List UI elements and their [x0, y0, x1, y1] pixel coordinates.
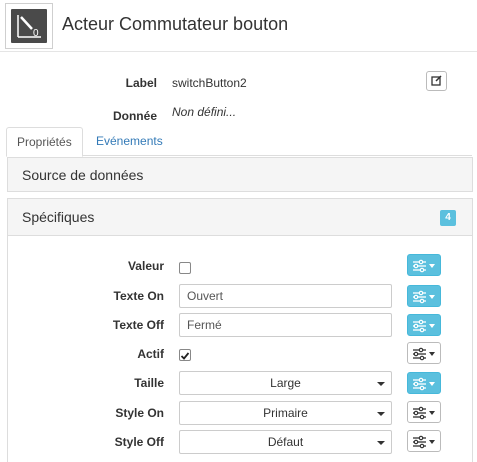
- style-off-label: Style Off: [114, 435, 164, 449]
- text-off-options-button[interactable]: [407, 314, 441, 336]
- text-on-label: Texte On: [113, 289, 164, 303]
- style-on-options-button[interactable]: [407, 401, 441, 423]
- text-off-label: Texte Off: [112, 318, 164, 332]
- style-off-options-button[interactable]: [407, 430, 441, 452]
- switch-logo-icon: 0: [5, 3, 53, 49]
- caret-down-icon: [377, 441, 385, 445]
- svg-text:0: 0: [33, 28, 39, 39]
- size-options-button[interactable]: [407, 372, 441, 394]
- tab-properties[interactable]: Propriétés: [6, 127, 83, 157]
- style-on-label: Style On: [115, 406, 164, 420]
- size-select-value: Large: [270, 376, 301, 390]
- sliders-icon: [413, 347, 426, 361]
- value-options-button[interactable]: [407, 254, 441, 276]
- sliders-icon: [413, 319, 426, 333]
- style-on-select[interactable]: Primaire: [179, 401, 392, 425]
- value-checkbox[interactable]: [179, 262, 191, 274]
- sliders-icon: [413, 435, 426, 449]
- data-value[interactable]: Non défini...: [172, 105, 236, 119]
- label-label: Label: [125, 76, 157, 90]
- tab-bar: Propriétés Evénements: [6, 127, 472, 157]
- edit-label-button[interactable]: [426, 71, 447, 91]
- label-value: switchButton2: [172, 76, 247, 90]
- caret-down-icon: [377, 382, 385, 386]
- caret-down-icon: [429, 264, 435, 268]
- edit-icon: [431, 75, 442, 86]
- specifics-count-badge: 4: [440, 210, 456, 226]
- checkmark-icon: [180, 352, 190, 360]
- caret-down-icon: [429, 295, 435, 299]
- panel-specifics-title: Spécifiques: [22, 209, 95, 225]
- sliders-icon: [413, 377, 426, 391]
- caret-down-icon: [429, 382, 435, 386]
- size-label: Taille: [134, 376, 164, 390]
- panel-data-source[interactable]: Source de données: [7, 157, 473, 192]
- component-header: 0 Acteur Commutateur bouton: [0, 0, 477, 52]
- style-off-select[interactable]: Défaut: [179, 430, 392, 454]
- active-label: Actif: [137, 347, 164, 361]
- caret-down-icon: [429, 352, 435, 356]
- active-checkbox[interactable]: [179, 349, 191, 361]
- sliders-icon: [413, 259, 426, 273]
- text-on-input[interactable]: Ouvert: [179, 284, 392, 308]
- active-options-button[interactable]: [407, 342, 441, 364]
- style-on-select-value: Primaire: [263, 406, 308, 420]
- value-label: Valeur: [127, 259, 164, 273]
- caret-down-icon: [429, 324, 435, 328]
- caret-down-icon: [377, 412, 385, 416]
- sliders-icon: [413, 290, 426, 304]
- size-select[interactable]: Large: [179, 371, 392, 395]
- panel-specifics[interactable]: Spécifiques: [7, 198, 473, 236]
- style-off-select-value: Défaut: [267, 435, 304, 449]
- page-title: Acteur Commutateur bouton: [62, 14, 289, 34]
- text-on-options-button[interactable]: [407, 285, 441, 307]
- caret-down-icon: [429, 411, 435, 415]
- sliders-icon: [413, 406, 426, 420]
- text-off-input[interactable]: Fermé: [179, 313, 392, 337]
- data-label: Donnée: [112, 109, 157, 123]
- tab-events[interactable]: Evénements: [86, 127, 173, 156]
- panel-data-source-title: Source de données: [22, 167, 144, 183]
- caret-down-icon: [429, 440, 435, 444]
